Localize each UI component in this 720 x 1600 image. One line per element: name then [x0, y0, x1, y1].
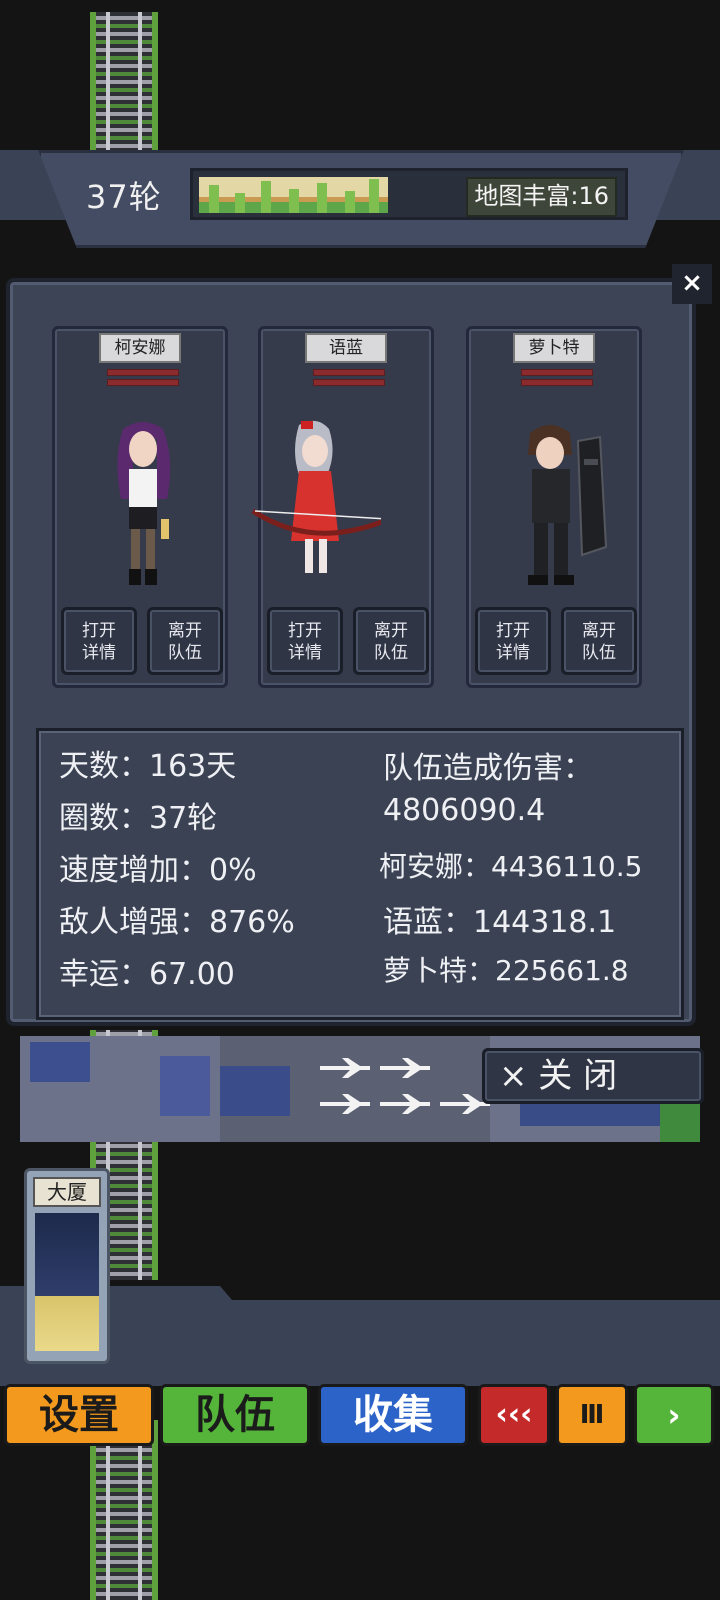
round-counter: 37轮	[86, 178, 162, 216]
stat-team-damage-value: 4806090.4	[383, 793, 546, 828]
stat-luck: 幸运：67.00	[59, 957, 235, 992]
health-bar	[313, 369, 385, 376]
open-details-button[interactable]: 打开 详情	[475, 607, 551, 675]
member-name: 萝卜特	[513, 333, 595, 363]
map-richness-fill	[199, 177, 388, 213]
health-bar	[313, 379, 385, 386]
member-name: 语蓝	[305, 333, 387, 363]
dialog-close-icon[interactable]: ×	[672, 264, 712, 304]
stat-speed: 速度增加：0%	[59, 853, 257, 888]
team-button[interactable]: 队伍	[160, 1384, 310, 1446]
railway-track-top	[90, 12, 158, 152]
member-card-keanna: 柯安娜 打开 详情 离开 队伍	[52, 326, 228, 688]
map-richness-label: 地图丰富:16	[466, 177, 617, 217]
member-card-robot: 萝卜特 打开 详情 离开 队伍	[466, 326, 642, 688]
open-details-button[interactable]: 打开 详情	[267, 607, 343, 675]
stat-damage-robot: 萝卜特：225661.8	[383, 954, 629, 987]
member-name: 柯安娜	[99, 333, 181, 363]
stat-days: 天数：163天	[59, 749, 237, 784]
health-bar	[107, 379, 179, 386]
keanna-character-icon	[117, 422, 171, 585]
stat-damage-yulan: 语蓝：144318.1	[383, 905, 617, 940]
stats-panel: 天数：163天 圈数：37轮 速度增加：0% 敌人增强：876% 幸运：67.0…	[36, 728, 684, 1020]
stat-laps: 圈数：37轮	[59, 801, 218, 836]
building-card[interactable]: 大厦	[24, 1168, 110, 1364]
yulan-character-icon	[251, 420, 381, 573]
pause-button[interactable]: Ⅲ	[556, 1384, 628, 1446]
building-card-label: 大厦	[33, 1177, 101, 1207]
stat-damage-keanna: 柯安娜：4436110.5	[379, 850, 643, 883]
leave-team-button[interactable]: 离开 队伍	[561, 607, 637, 675]
health-bar	[107, 369, 179, 376]
close-button[interactable]: × 关 闭	[482, 1048, 704, 1104]
play-button[interactable]: ›	[634, 1384, 714, 1446]
rewind-button[interactable]: ‹‹‹	[478, 1384, 550, 1446]
settings-button[interactable]: 设置	[4, 1384, 154, 1446]
map-richness-bar: 地图丰富:16	[190, 168, 628, 220]
health-bar	[521, 379, 593, 386]
health-bar	[521, 369, 593, 376]
railway-track-bottom	[90, 1420, 158, 1600]
stat-enemy-boost: 敌人增强：876%	[59, 905, 295, 940]
open-details-button[interactable]: 打开 详情	[61, 607, 137, 675]
skyscraper-icon	[35, 1213, 99, 1351]
member-card-yulan: 语蓝 打开 详情 离开 队伍	[251, 326, 434, 688]
leave-team-button[interactable]: 离开 队伍	[147, 607, 223, 675]
stat-team-damage-label: 队伍造成伤害：	[383, 751, 593, 786]
collection-button[interactable]: 收集	[318, 1384, 468, 1446]
leave-team-button[interactable]: 离开 队伍	[353, 607, 429, 675]
robot-character-icon	[528, 425, 608, 585]
